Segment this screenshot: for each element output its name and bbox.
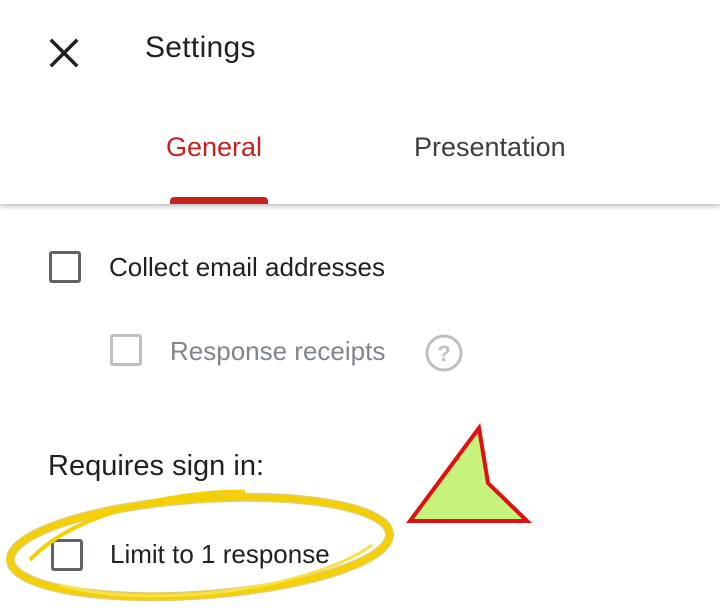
close-button[interactable] bbox=[40, 29, 88, 77]
pointer-arrow-annotation bbox=[406, 423, 532, 523]
requires-sign-in-heading: Requires sign in: bbox=[48, 450, 264, 482]
settings-header: Settings General Presentation bbox=[0, 0, 720, 204]
collect-email-label: Collect email addresses bbox=[109, 252, 386, 282]
svg-text:?: ? bbox=[437, 341, 450, 366]
close-icon bbox=[49, 38, 79, 68]
help-circle-icon[interactable]: ? bbox=[424, 333, 464, 373]
settings-page: Settings General Presentation Collect em… bbox=[0, 0, 720, 614]
limit-response-checkbox[interactable] bbox=[51, 539, 83, 571]
active-tab-indicator bbox=[170, 197, 268, 204]
collect-email-checkbox[interactable] bbox=[49, 251, 81, 283]
response-receipts-checkbox[interactable] bbox=[110, 334, 142, 366]
limit-response-label: Limit to 1 response bbox=[110, 539, 330, 569]
response-receipts-label: Response receipts bbox=[170, 336, 386, 366]
tab-general[interactable]: General bbox=[166, 132, 262, 204]
tab-presentation[interactable]: Presentation bbox=[414, 132, 566, 204]
page-title: Settings bbox=[145, 31, 256, 64]
